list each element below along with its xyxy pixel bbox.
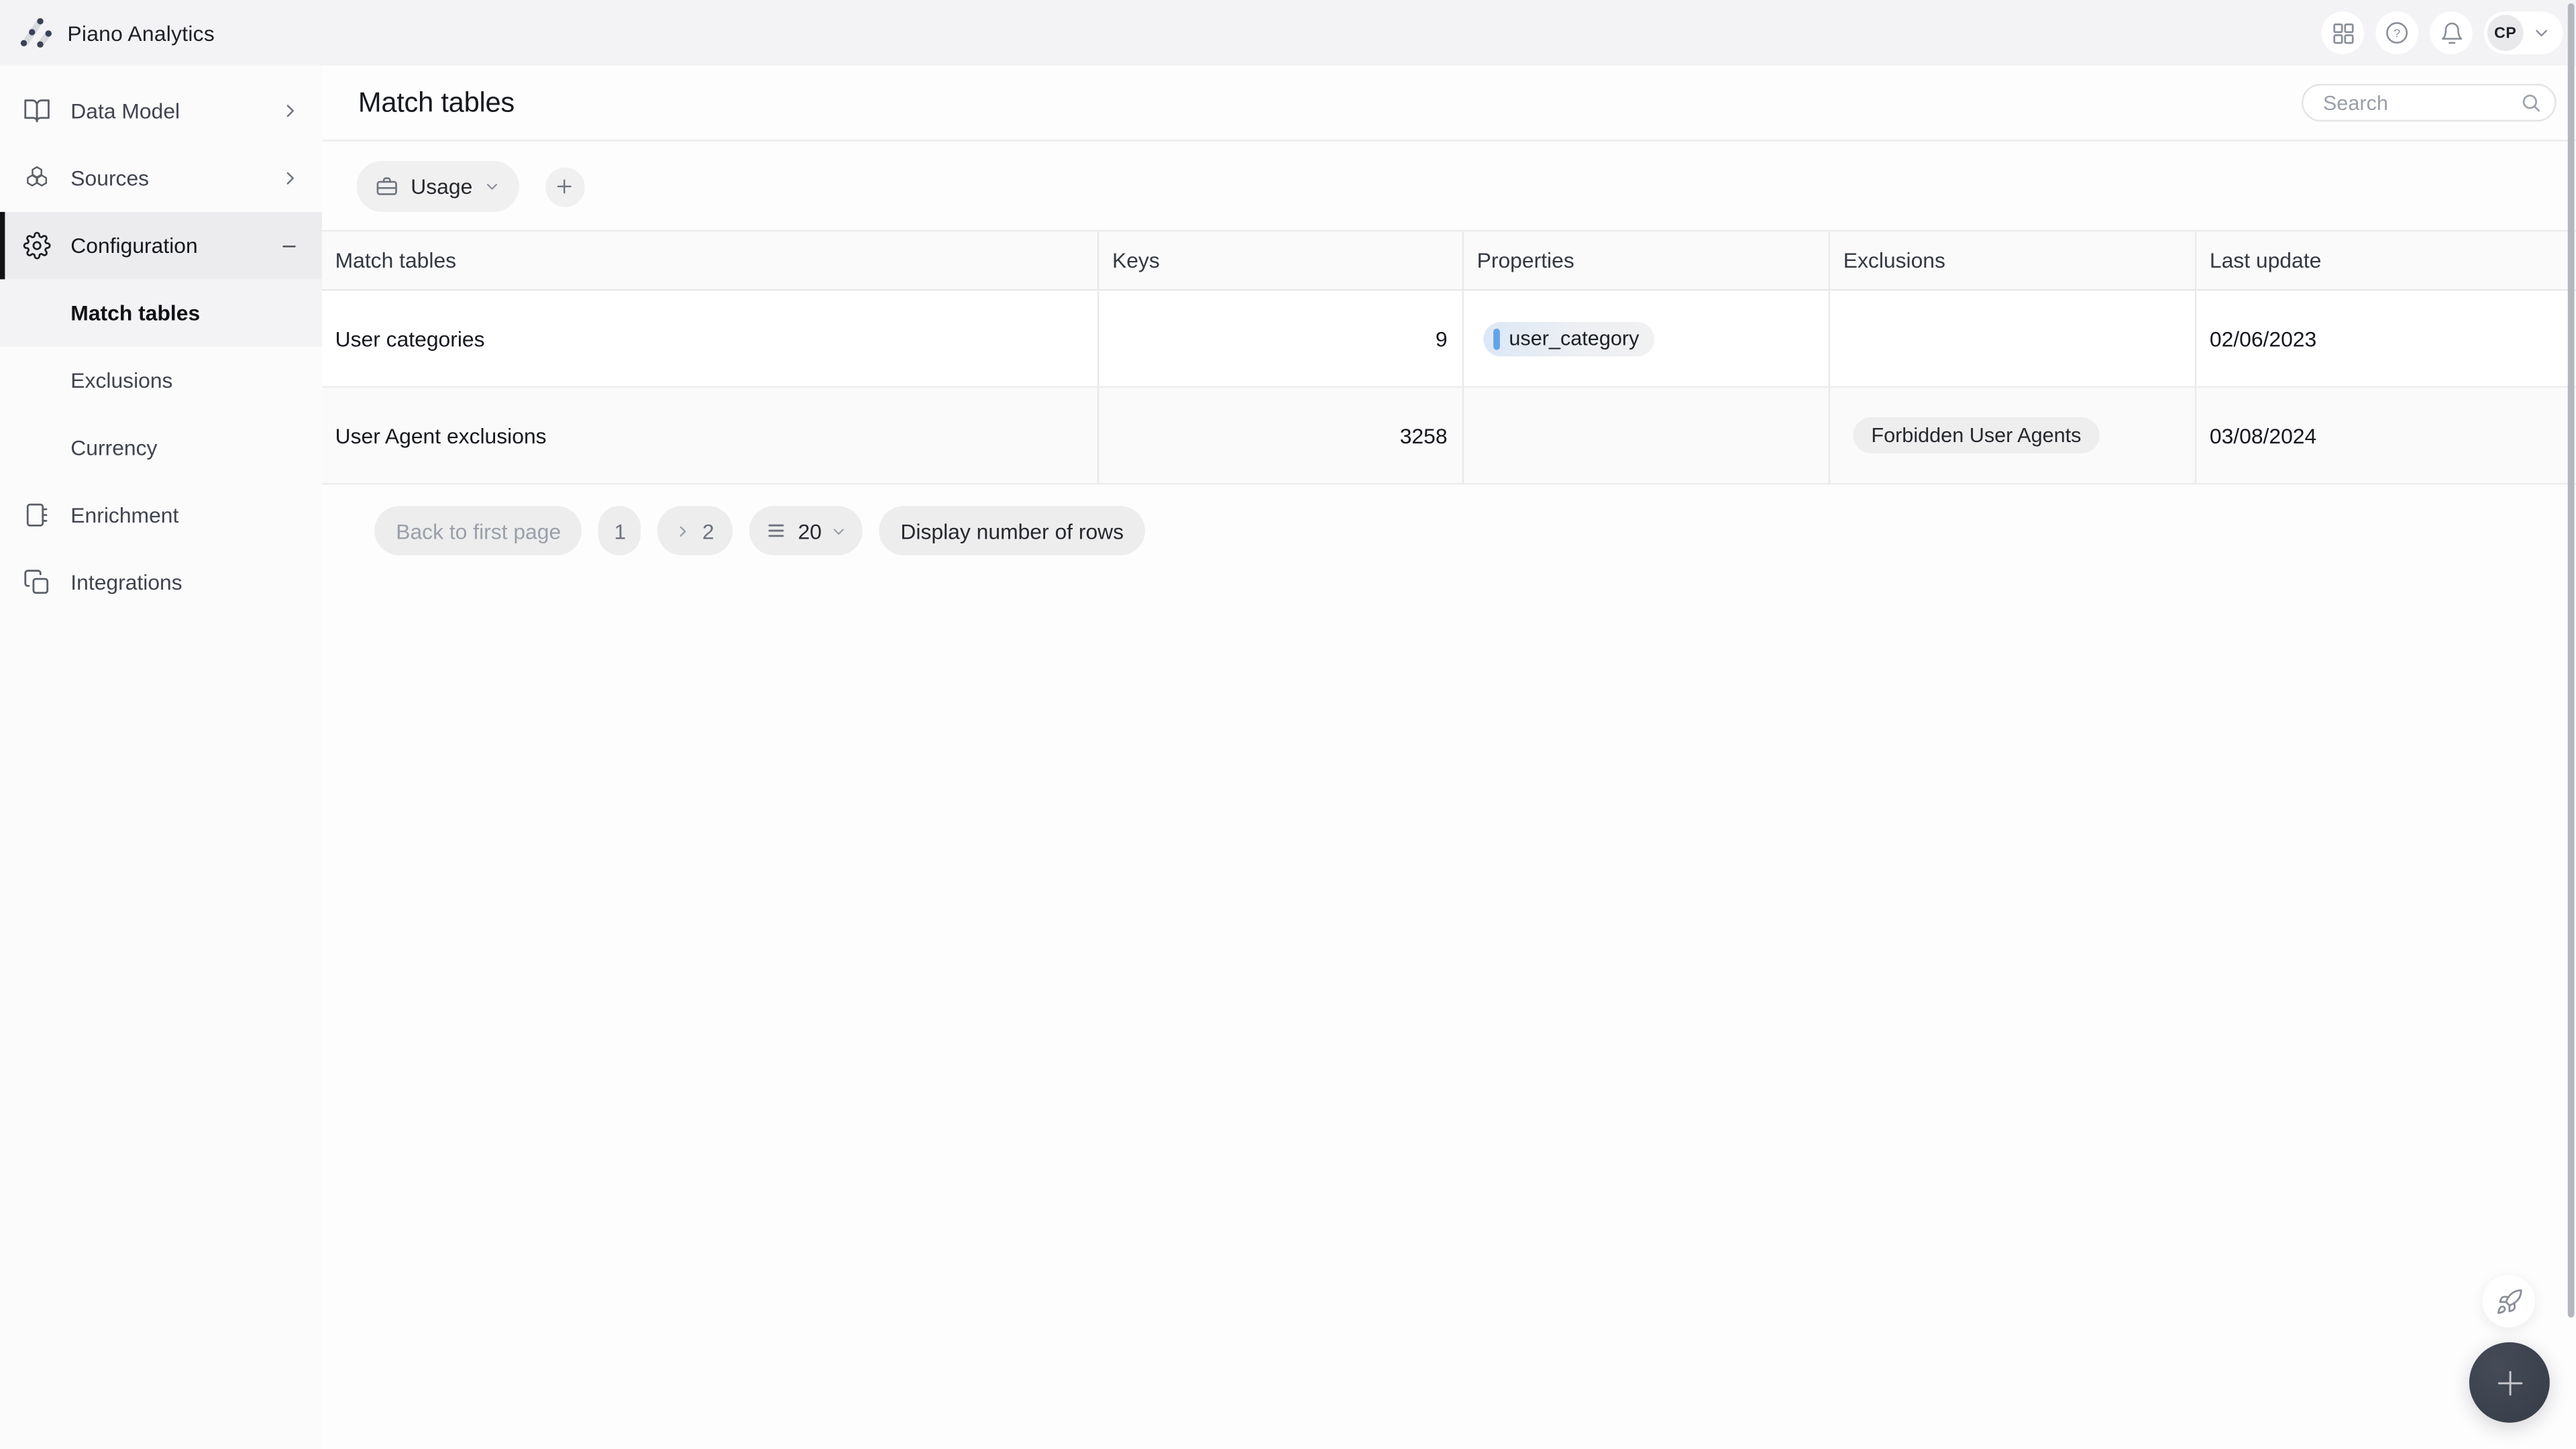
chevron-down-icon [832, 523, 847, 538]
question-circle-icon: ? [2383, 19, 2410, 46]
sidebar-item-sources[interactable]: Sources [0, 145, 322, 212]
add-match-table-button[interactable] [545, 166, 584, 207]
display-number-of-rows-button[interactable]: Display number of rows [879, 506, 1145, 555]
sidebar-item-label: Integrations [70, 570, 182, 595]
help-button[interactable]: ? [2375, 11, 2418, 54]
page-1-button[interactable]: 1 [598, 506, 642, 555]
cell-name: User Agent exclusions [322, 387, 1099, 485]
cell-exclusions [1830, 290, 2197, 388]
scrollbar[interactable] [2567, 3, 2575, 1318]
copy-squares-icon [23, 568, 51, 596]
sidebar-item-label: Match tables [70, 301, 201, 325]
page-title: Match tables [358, 86, 515, 118]
usage-dropdown[interactable]: Usage [356, 161, 519, 212]
cell-name: User categories [322, 290, 1099, 388]
property-badge: user_category [1483, 321, 1654, 356]
main-content: Match tables Search Usage Match tables K… [322, 65, 2576, 1449]
book-open-icon [23, 97, 51, 125]
list-icon [765, 519, 788, 542]
cell-last-update: 03/08/2024 [2196, 387, 2576, 485]
sidebar-item-label: Sources [70, 166, 150, 191]
search [2302, 83, 2557, 122]
sidebar-item-currency[interactable]: Currency [0, 414, 322, 481]
column-header-match-tables: Match tables [322, 231, 1099, 291]
notifications-button[interactable] [2430, 11, 2473, 54]
minus-icon [279, 235, 299, 255]
chevron-down-icon [484, 179, 498, 194]
cell-keys: 3258 [1099, 387, 1464, 485]
sidebar-item-label: Exclusions [70, 368, 173, 393]
sidebar-item-integrations[interactable]: Integrations [0, 549, 322, 616]
journal-icon [23, 501, 51, 529]
svg-text:?: ? [2394, 27, 2400, 40]
rows-per-page-value: 20 [798, 518, 822, 543]
match-tables-table: Match tables Keys Properties Exclusions … [322, 229, 2576, 485]
sidebar-item-label: Currency [70, 435, 158, 460]
back-to-first-page-button[interactable]: Back to first page [374, 506, 583, 555]
column-header-last-update: Last update [2196, 231, 2576, 291]
property-type-bar [1493, 327, 1499, 350]
app: Piano Analytics ? CP Data Model Sources … [0, 0, 2576, 1449]
assistant-button[interactable] [2482, 1275, 2535, 1328]
brand[interactable]: Piano Analytics [19, 16, 215, 49]
sidebar-item-configuration[interactable]: Configuration [0, 211, 323, 280]
sidebar-item-label: Configuration [70, 233, 198, 258]
cell-exclusions: Forbidden User Agents [1830, 387, 2197, 485]
rocket-icon [2495, 1287, 2523, 1316]
apps-button[interactable] [2321, 11, 2365, 54]
hexagons-icon [23, 164, 51, 193]
bell-icon [2439, 21, 2464, 46]
brand-name: Piano Analytics [67, 20, 215, 46]
cell-properties [1464, 387, 1831, 485]
chevron-right-icon [676, 523, 691, 538]
column-header-exclusions: Exclusions [1830, 231, 2197, 291]
sidebar-item-match-tables[interactable]: Match tables [0, 279, 323, 347]
sidebar-item-label: Data Model [70, 98, 180, 123]
plus-icon [2491, 1364, 2528, 1401]
toolbar: Usage [356, 161, 2576, 212]
topbar: Piano Analytics ? CP [0, 0, 2576, 66]
cell-last-update: 02/06/2023 [2196, 290, 2576, 388]
chevron-right-icon [281, 102, 299, 120]
topbar-actions: ? CP [2321, 11, 2563, 54]
rows-per-page-dropdown[interactable]: 20 [748, 506, 863, 555]
sidebar-item-enrichment[interactable]: Enrichment [0, 482, 322, 549]
account-menu[interactable]: CP [2483, 11, 2563, 54]
exclusion-badge: Forbidden User Agents [1853, 417, 2100, 453]
next-page-button[interactable]: 2 [657, 506, 733, 555]
sidebar: Data Model Sources Configuration Match t… [0, 65, 323, 1449]
sidebar-item-exclusions[interactable]: Exclusions [0, 347, 322, 414]
piano-analytics-logo-icon [19, 16, 52, 49]
pagination: Back to first page 1 2 20 Display number… [374, 506, 2576, 555]
page-2-label: 2 [702, 518, 714, 543]
create-fab-button[interactable] [2469, 1342, 2550, 1423]
gear-icon [23, 231, 51, 260]
search-input[interactable] [2302, 83, 2557, 122]
column-header-keys: Keys [1099, 231, 1464, 291]
column-header-properties: Properties [1464, 231, 1831, 291]
chevron-right-icon [281, 169, 299, 187]
property-badge-label: user_category [1509, 327, 1640, 350]
chevron-down-icon [2533, 25, 2549, 41]
briefcase-icon [374, 174, 399, 199]
cell-properties: user_category [1464, 290, 1831, 388]
title-row: Match tables [322, 66, 2576, 142]
cell-keys: 9 [1099, 290, 1464, 388]
plus-icon [553, 176, 575, 197]
usage-label: Usage [411, 174, 473, 199]
sidebar-item-label: Enrichment [70, 502, 179, 528]
grid-icon [2330, 21, 2355, 46]
sidebar-item-data-model[interactable]: Data Model [0, 77, 322, 144]
avatar: CP [2487, 15, 2524, 51]
